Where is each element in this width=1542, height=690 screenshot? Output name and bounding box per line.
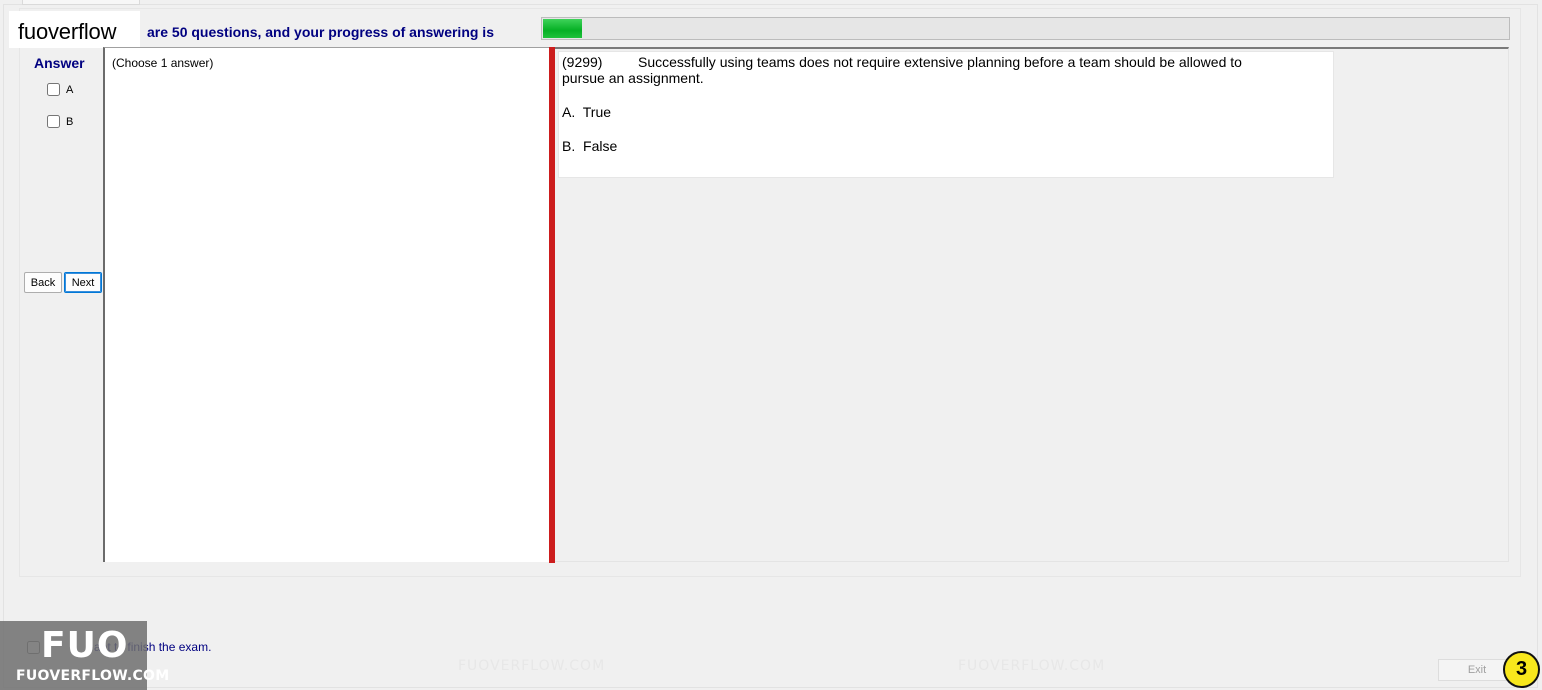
question-option-b: B. False (562, 138, 617, 154)
question-text-cont: pursue an assignment. (562, 70, 704, 86)
option-text: False (583, 138, 618, 154)
site-logo: fuoverflow (9, 11, 140, 48)
question-option-a: A. True (562, 104, 611, 120)
question-box: (9299) Successfully using teams does not … (558, 51, 1334, 178)
question-line: (9299) Successfully using teams does not … (562, 54, 1333, 70)
option-text: True (582, 104, 612, 120)
answer-option-b[interactable]: B (47, 115, 73, 128)
watermark-big-text: FUO (41, 625, 129, 666)
page-number-badge: 3 (1503, 651, 1540, 688)
answer-checkbox-b[interactable] (47, 115, 60, 128)
watermark-logo: FUO FUOVERFLOW.COM (0, 621, 169, 690)
answer-option-label: A (66, 83, 74, 96)
next-button[interactable]: Next (64, 272, 102, 293)
back-button[interactable]: Back (24, 272, 62, 293)
option-letter: B. (562, 138, 576, 154)
question-text: Successfully using teams does not requir… (638, 54, 1242, 70)
answer-hint: (Choose 1 answer) (112, 56, 214, 70)
top-tab[interactable] (22, 0, 140, 5)
progress-fill (543, 19, 582, 38)
option-letter: A. (562, 104, 576, 120)
answer-checkbox-a[interactable] (47, 83, 60, 96)
watermark-small-text: FUOVERFLOW.COM (16, 668, 170, 684)
answer-option-a[interactable]: A (47, 83, 73, 96)
answer-option-label: B (66, 115, 74, 128)
question-id: (9299) (562, 54, 603, 70)
answer-textarea[interactable]: (Choose 1 answer) (103, 47, 550, 562)
question-panel: (9299) Successfully using teams does not … (555, 47, 1509, 562)
progress-bar (541, 17, 1510, 40)
progress-text: are 50 questions, and your progress of a… (147, 24, 494, 40)
answer-title: Answer (34, 55, 85, 71)
